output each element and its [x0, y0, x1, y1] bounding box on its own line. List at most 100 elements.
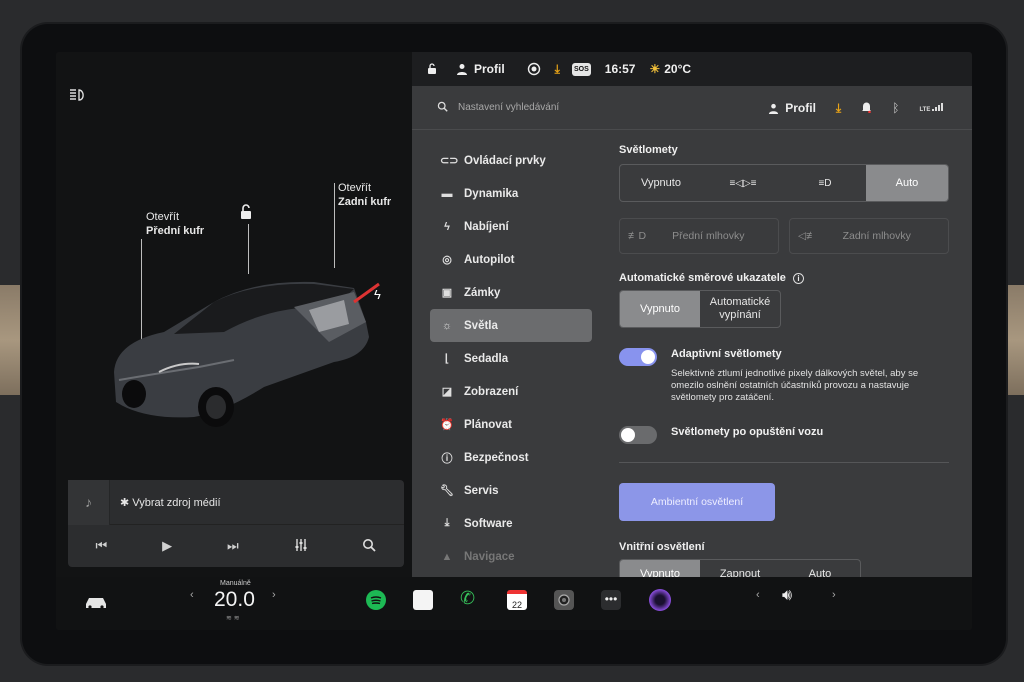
nav-item-safety[interactable]: ⓘ Bezpečnost — [430, 441, 592, 474]
turn-signal-title: Automatické směrové ukazatele i — [619, 272, 949, 284]
frunk-callout[interactable]: Otevřít Přední kufr — [146, 210, 204, 238]
navigation-icon: ▲ — [441, 550, 453, 563]
media-source-selector[interactable]: ✱ Vybrat zdroj médií — [120, 496, 221, 509]
nav-item-seats[interactable]: ⌊ Sedadla — [430, 342, 592, 375]
headlights-off-option[interactable]: Vypnuto — [620, 165, 702, 201]
sentry-mode-icon[interactable] — [527, 62, 541, 76]
unlock-status-icon[interactable] — [426, 63, 438, 75]
nav-item-controls[interactable]: ⊂⊃ Ovládací prvky — [430, 144, 592, 177]
headlights-auto-option[interactable]: Auto — [866, 165, 948, 201]
bottom-app-bar: ‹ Manuálně 20.0 ≋ ≋ › ✆ 22 ••• ‹ 🔊︎ › — [56, 577, 972, 630]
toybox-icon[interactable] — [649, 589, 671, 611]
rear-fog-button[interactable]: ◁≢ Zadní mlhovky — [789, 218, 949, 254]
parking-lights-icon: ≡◁▷≡ — [729, 177, 757, 189]
lights-settings: Světlomety Vypnuto ≡◁▷≡ ≡D Auto ≢D Přední… — [619, 144, 949, 589]
climate-mode-label: Manuálně — [220, 580, 251, 587]
touchscreen: Otevřít Přední kufr Otevřít Zadní kufr ϟ — [56, 52, 972, 630]
headlight-auto-icon[interactable] — [68, 88, 88, 105]
volume-down-icon[interactable]: ‹ — [756, 589, 760, 601]
car-icon[interactable] — [84, 594, 108, 615]
rear-fog-icon: ◁≢ — [798, 230, 817, 242]
nav-item-lights[interactable]: ☼ Světla — [430, 309, 592, 342]
nav-item-schedule[interactable]: ⏰ Plánovat — [430, 408, 592, 441]
download-update-icon[interactable]: ⤓ — [555, 62, 560, 77]
calendar-icon[interactable]: 22 — [507, 590, 527, 610]
turn-signal-auto-option[interactable]: Automatické vypínání — [700, 291, 780, 327]
profile-button[interactable]: Profil — [768, 101, 816, 115]
temp-down-icon[interactable]: ‹ — [190, 589, 194, 601]
nav-label: Dynamika — [464, 187, 519, 200]
nav-item-autopilot[interactable]: ◎ Autopilot — [430, 243, 592, 276]
volume-up-icon[interactable]: › — [832, 589, 836, 601]
more-apps-icon[interactable]: ••• — [601, 590, 621, 610]
equalizer-icon[interactable] — [294, 538, 308, 555]
rear-fog-label: Zadní mlhovky — [842, 230, 911, 242]
nav-label: Autopilot — [464, 253, 515, 266]
notes-app-icon[interactable] — [413, 590, 433, 610]
download-icon[interactable]: ⤓ — [836, 101, 841, 116]
volume-icon[interactable]: 🔊︎ — [782, 587, 792, 605]
adaptive-headlights-label: Adaptivní světlomety — [671, 348, 782, 360]
info-icon[interactable]: i — [792, 273, 804, 284]
nav-label: Bezpečnost — [464, 451, 529, 464]
trunk-callout[interactable]: Otevřít Zadní kufr — [338, 181, 391, 209]
next-track-icon[interactable]: ⏭ — [227, 538, 239, 554]
front-fog-button[interactable]: ≢D Přední mlhovky — [619, 218, 779, 254]
cabin-temperature[interactable]: 20.0 — [214, 588, 255, 612]
nav-item-locks[interactable]: ▣ Zámky — [430, 276, 592, 309]
seat-icon: ⌊ — [444, 353, 450, 365]
lte-signal-icon: LTE — [919, 103, 944, 113]
ambient-lighting-button[interactable]: Ambientní osvětlení — [619, 483, 775, 521]
front-fog-icon: ≢D — [628, 230, 647, 242]
person-icon — [457, 64, 467, 75]
weather-sun-icon: ☀ — [649, 62, 661, 76]
search-icon[interactable] — [362, 538, 377, 555]
unlock-icon[interactable] — [238, 204, 254, 225]
parking-lights-option[interactable]: ≡◁▷≡ — [702, 165, 784, 201]
after-exit-toggle[interactable] — [619, 426, 657, 444]
sos-button[interactable]: SOS — [571, 62, 591, 76]
camera-icon[interactable] — [554, 590, 574, 610]
media-source-label: Vybrat zdroj médií — [132, 496, 221, 509]
profile-button[interactable]: Profil — [456, 62, 505, 76]
clock: 16:57 — [604, 62, 636, 76]
bolt-icon: ϟ — [444, 220, 450, 233]
display-icon: ◪ — [441, 386, 453, 398]
nav-item-charging[interactable]: ϟ Nabíjení — [430, 210, 592, 243]
nav-item-display[interactable]: ◪ Zobrazení — [430, 375, 592, 408]
section-divider — [619, 462, 949, 463]
settings-search-input[interactable]: Nastavení vyhledávání — [458, 102, 559, 113]
nav-item-software[interactable]: ⤓ Software — [430, 507, 592, 540]
nav-item-dynamics[interactable]: ▬ Dynamika — [430, 177, 592, 210]
lock-icon: ▣ — [441, 287, 453, 299]
bluetooth-icon[interactable]: ᛒ — [892, 101, 899, 115]
trunk-label: Zadní kufr — [338, 196, 392, 208]
nav-label: Nabíjení — [464, 220, 509, 233]
temp-up-icon[interactable]: › — [272, 589, 276, 601]
play-icon[interactable]: ▶ — [162, 538, 172, 554]
nav-label: Zámky — [464, 286, 501, 299]
frunk-label: Přední kufr — [146, 225, 205, 237]
trunk-line — [334, 183, 335, 268]
music-note-icon: ♪ — [68, 479, 110, 525]
settings-nav: ⊂⊃ Ovládací prvky ▬ Dynamika ϟ Nabíjení ◎ Au… — [430, 144, 592, 573]
turn-signal-selector: Vypnuto Automatické vypínání — [619, 290, 781, 328]
nav-item-navigation[interactable]: ▲ Navigace — [430, 540, 592, 573]
nav-item-service[interactable]: 🔧︎ Servis — [430, 474, 592, 507]
low-beam-option[interactable]: ≡D — [784, 165, 866, 201]
turn-signal-off-option[interactable]: Vypnuto — [620, 291, 700, 327]
front-fog-label: Přední mlhovky — [672, 230, 745, 242]
media-player: ♪ ✱ Vybrat zdroj médií ⏮ ▶ ⏭ — [68, 479, 404, 567]
previous-track-icon[interactable]: ⏮ — [95, 538, 107, 554]
adaptive-headlights-toggle[interactable] — [619, 348, 657, 366]
notification-bell-icon[interactable] — [861, 101, 872, 116]
phone-icon[interactable]: ✆ — [460, 588, 475, 609]
spotify-icon[interactable] — [366, 590, 386, 610]
low-beam-icon: ≡D — [818, 177, 832, 189]
alert-icon: ⓘ — [441, 452, 453, 465]
search-icon[interactable] — [437, 101, 448, 115]
turn-signal-title-text: Automatické směrové ukazatele — [619, 272, 786, 284]
car-view-panel: Otevřít Přední kufr Otevřít Zadní kufr ϟ — [56, 52, 412, 577]
seat-heater-icon[interactable]: ≋ ≋ — [226, 614, 240, 622]
person-icon — [769, 103, 779, 114]
